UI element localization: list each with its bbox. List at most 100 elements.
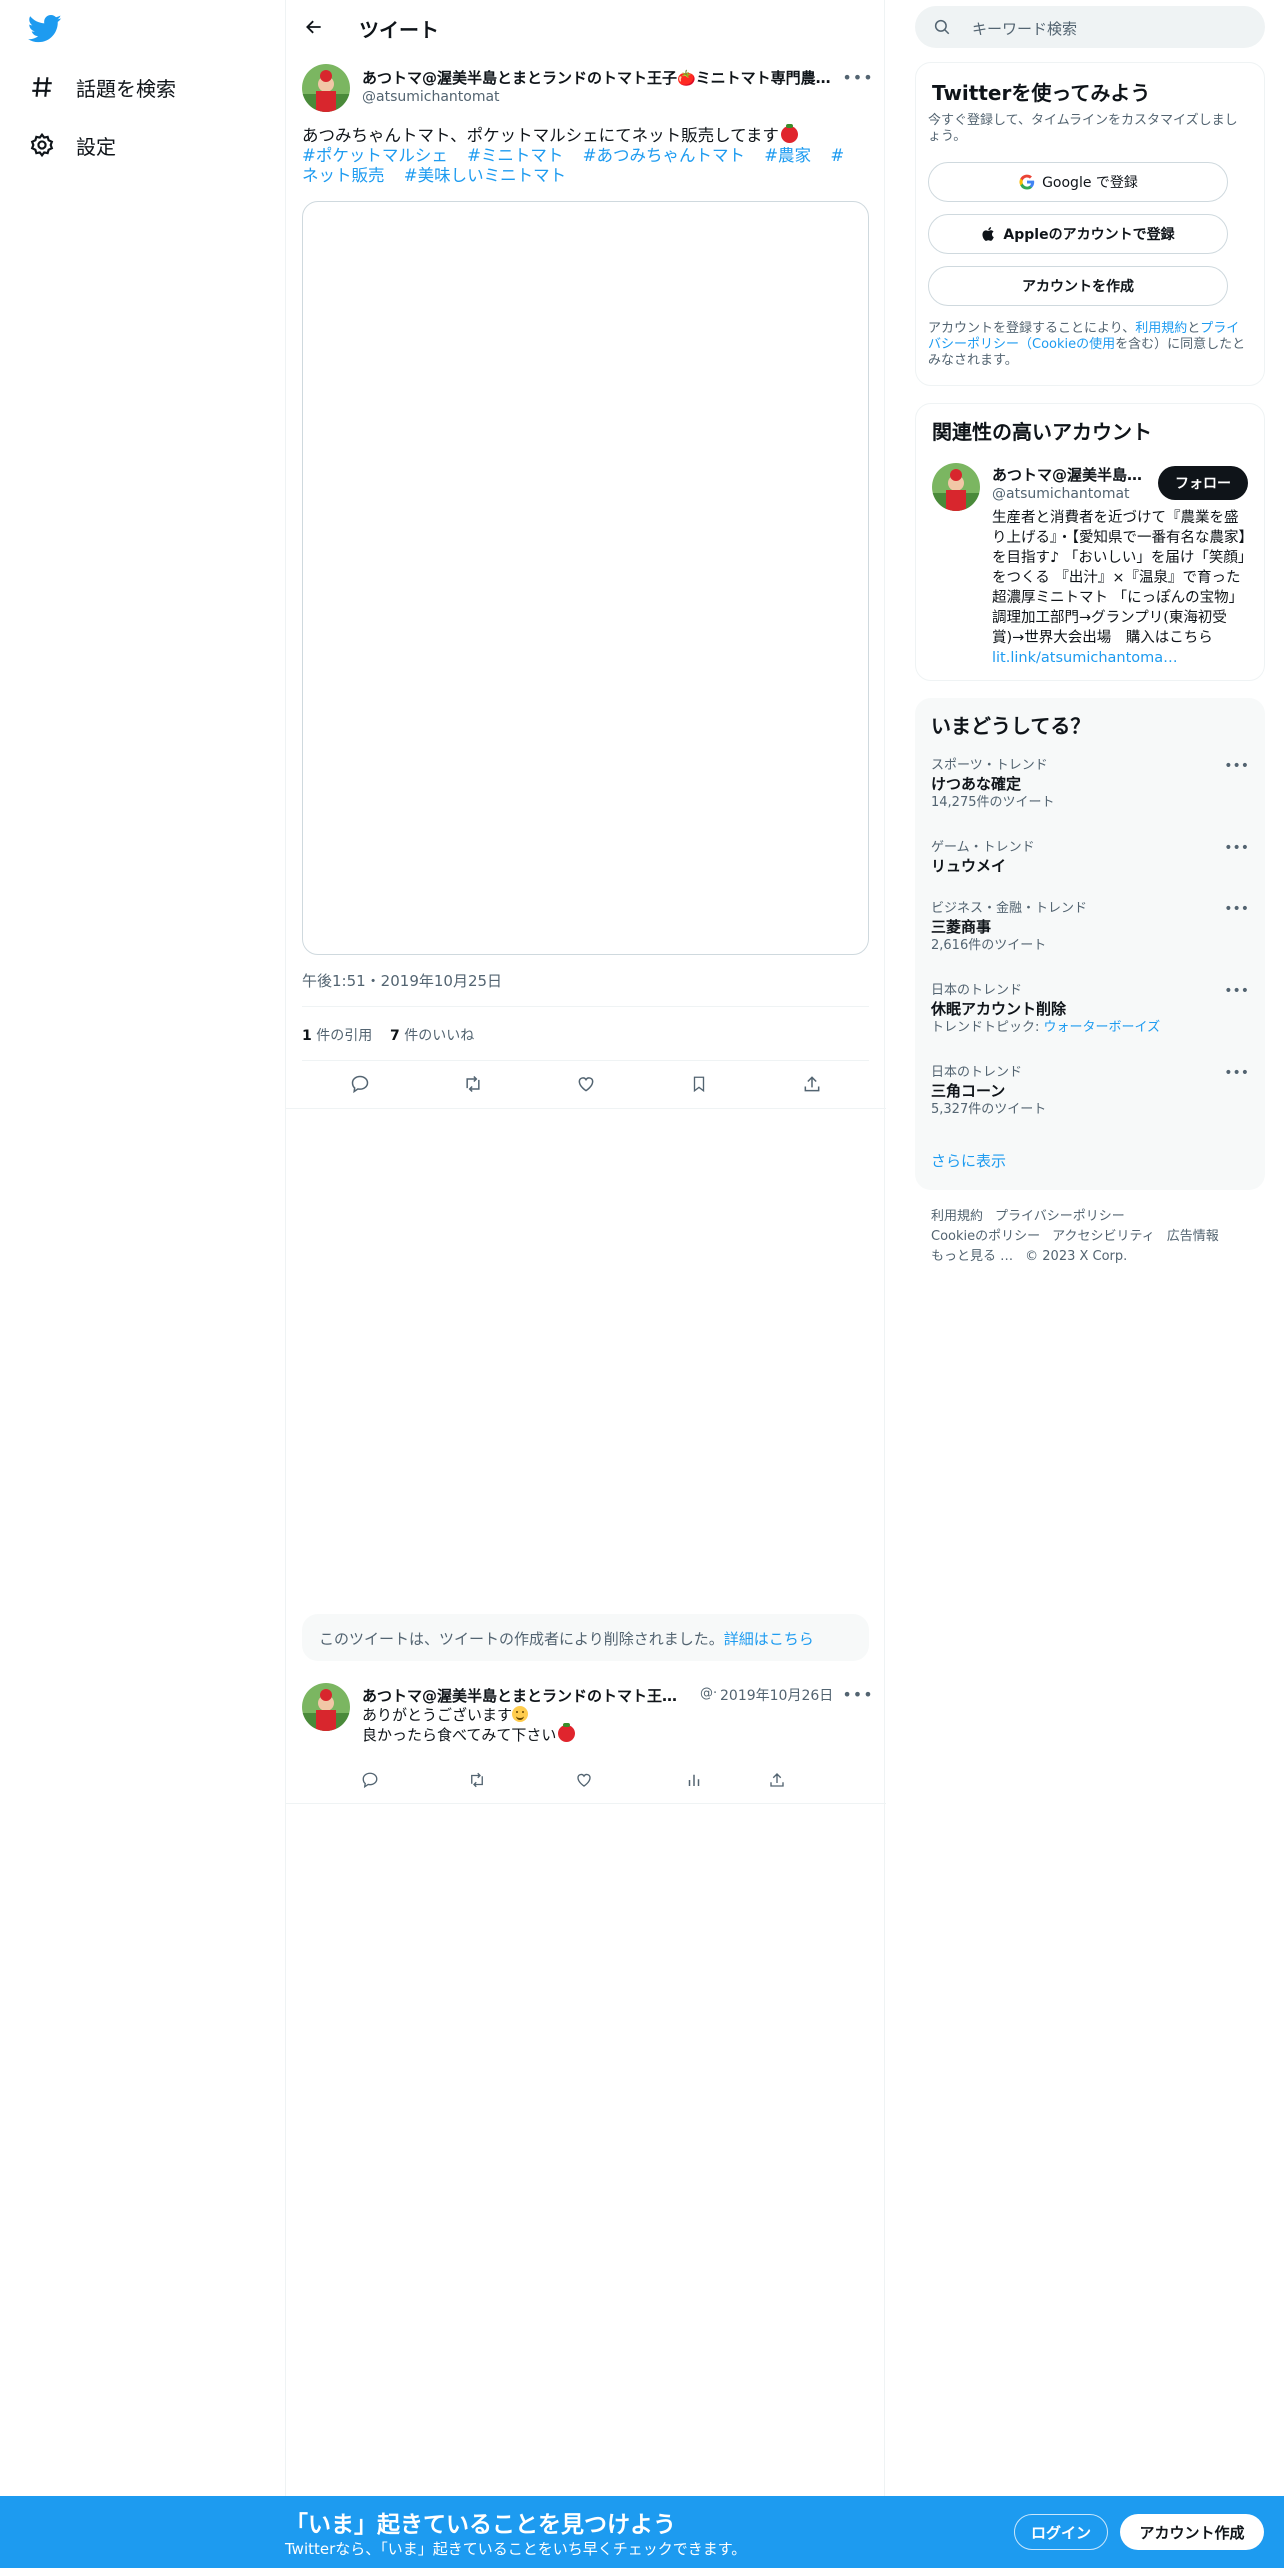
more-options-icon[interactable]: •••	[1224, 983, 1249, 999]
reply-icon[interactable]	[346, 1070, 374, 1098]
show-more-link[interactable]: さらに表示	[931, 1150, 1006, 1171]
nav-explore-label: 話題を検索	[76, 76, 176, 101]
apple-signup-label: Appleのアカウントで登録	[1003, 227, 1175, 243]
follow-button[interactable]: フォロー	[1158, 466, 1248, 500]
nav-explore[interactable]: 話題を検索	[28, 63, 176, 111]
footer-privacy-link[interactable]: プライバシーポリシー	[995, 1209, 1125, 1224]
signup-button[interactable]: アカウント作成	[1120, 2514, 1264, 2550]
more-options-icon[interactable]: •••	[842, 67, 872, 87]
footer-ads-link[interactable]: 広告情報	[1167, 1229, 1219, 1244]
nav-settings-label: 設定	[76, 134, 116, 159]
reply-body: ありがとうございます 良かったら食べてみて下さい	[362, 1705, 576, 1745]
signup-subtitle: 今すぐ登録して、タイムラインをカスタマイズしましょう。	[928, 113, 1238, 144]
google-icon	[1018, 173, 1036, 191]
right-sidebar: キーワード検索 Twitterを使ってみよう 今すぐ登録して、タイムラインをカス…	[915, 0, 1265, 1300]
google-signup-label: Google で登録	[1042, 175, 1138, 191]
related-name[interactable]: あつトマ@渥美半島…	[992, 464, 1152, 485]
footer-more-link[interactable]: もっと見る …	[931, 1249, 1013, 1264]
hashtag-icon	[28, 73, 56, 101]
trend-topic-link[interactable]: ウォーターボーイズ	[1044, 1020, 1161, 1035]
hashtag-link[interactable]: #美味しいミニトマト	[404, 166, 566, 185]
footer-cookie-link[interactable]: Cookieのポリシー	[931, 1229, 1040, 1244]
trend-item[interactable]: ゲーム・トレンド リュウメイ •••	[931, 840, 1249, 876]
apple-signup-button[interactable]: Appleのアカウントで登録	[928, 214, 1228, 254]
trend-item[interactable]: スポーツ・トレンド けつあな確定 14,275件のツイート •••	[931, 758, 1249, 812]
hashtag-link[interactable]: #農家	[764, 146, 811, 165]
more-options-icon[interactable]: •••	[842, 1684, 872, 1704]
google-signup-button[interactable]: Google で登録	[928, 162, 1228, 202]
tweet-media[interactable]	[302, 201, 869, 955]
tweet-timestamp[interactable]: 午後1:51・2019年10月25日	[302, 970, 502, 991]
hashtag-link[interactable]: #あつみちゃんトマト	[583, 146, 745, 165]
gear-icon	[28, 131, 56, 159]
trend-item[interactable]: 日本のトレンド 休眠アカウント削除 トレンドトピック: ウォーターボーイズ ••…	[931, 983, 1249, 1037]
divider	[286, 1803, 886, 1804]
nav-settings[interactable]: 設定	[28, 121, 116, 169]
search-placeholder: キーワード検索	[972, 20, 1078, 38]
hashtag-link[interactable]: #ミニトマト	[467, 146, 563, 165]
share-icon[interactable]	[798, 1070, 826, 1098]
like-stat[interactable]: 7 件のいいね	[390, 1028, 474, 1044]
more-options-icon[interactable]: •••	[1224, 1065, 1249, 1081]
share-icon[interactable]	[763, 1766, 791, 1794]
reply-author-handle[interactable]: @·	[700, 1686, 717, 1701]
reply-line2: 良かったら食べてみて下さい	[362, 1726, 557, 1744]
footer-accessibility-link[interactable]: アクセシビリティ	[1052, 1229, 1155, 1244]
main-header: ツイート	[286, 0, 886, 54]
twitter-logo-icon[interactable]	[28, 14, 62, 44]
hashtag-link[interactable]: #ポケットマルシェ	[302, 146, 448, 165]
footer-terms-link[interactable]: 利用規約	[931, 1209, 983, 1224]
footer-copyright: © 2023 X Corp.	[1025, 1249, 1128, 1264]
related-accounts-card: 関連性の高いアカウント あつトマ@渥美半島… @atsumichantomat …	[915, 403, 1265, 681]
login-button[interactable]: ログイン	[1014, 2514, 1108, 2550]
more-options-icon[interactable]: •••	[1224, 758, 1249, 774]
bookmark-icon[interactable]	[685, 1070, 713, 1098]
smile-emoji-icon	[512, 1706, 529, 1722]
learn-more-link[interactable]: 詳細はこちら	[724, 1630, 814, 1648]
author-avatar[interactable]	[302, 64, 350, 112]
like-icon[interactable]	[572, 1070, 600, 1098]
back-arrow-icon[interactable]	[300, 13, 328, 41]
related-bio: 生産者と消費者を近づけて『農業を盛り上げる』・【愛知県で一番有名な農家】を目指す…	[992, 510, 1246, 666]
tomato-emoji-icon	[558, 1723, 576, 1742]
analytics-icon[interactable]	[680, 1766, 708, 1794]
apple-icon	[981, 225, 997, 243]
like-icon[interactable]	[570, 1766, 598, 1794]
create-account-label: アカウントを作成	[1022, 279, 1134, 295]
trend-item[interactable]: ビジネス・金融・トレンド 三菱商事 2,616件のツイート •••	[931, 901, 1249, 955]
related-handle[interactable]: @atsumichantomat	[992, 486, 1130, 502]
trend-item[interactable]: 日本のトレンド 三角コーン 5,327件のツイート •••	[931, 1065, 1249, 1119]
bio-link[interactable]: lit.link/atsumichantoma…	[992, 650, 1178, 666]
signup-legal-text: アカウントを登録することにより、利用規約とプライバシーポリシー（Cookieの使…	[928, 321, 1246, 368]
search-icon	[933, 18, 951, 36]
terms-link[interactable]: 利用規約	[1135, 321, 1187, 336]
cookie-link[interactable]: （Cookieの使用	[1019, 337, 1115, 352]
trends-title: いまどうしてる？	[931, 714, 1091, 738]
reply-author-name[interactable]: あつトマ@渥美半島とまとランドのトマト王子…	[362, 1685, 688, 1706]
bottom-signup-banner: 「いま」起きていることを見つけよう Twitterなら、「いま」起きていることを…	[0, 2496, 1284, 2568]
tomato-emoji-icon	[780, 124, 798, 143]
deleted-notice-text: このツイートは、ツイートの作成者により削除されました。	[319, 1630, 724, 1648]
more-options-icon[interactable]: •••	[1224, 901, 1249, 917]
search-input[interactable]: キーワード検索	[915, 6, 1265, 48]
footer-links: 利用規約 プライバシーポリシー Cookieのポリシー アクセシビリティ 広告情報 も…	[931, 1207, 1261, 1267]
author-handle[interactable]: @atsumichantomat	[362, 89, 500, 105]
retweet-icon[interactable]	[463, 1766, 491, 1794]
reply-line1: ありがとうございます	[362, 1706, 513, 1724]
tweet-body: あつみちゃんトマト、ポケットマルシェにてネット販売してます #ポケットマルシェ …	[302, 124, 858, 186]
quote-stat[interactable]: 1 件の引用	[302, 1028, 372, 1044]
retweet-icon[interactable]	[459, 1070, 487, 1098]
more-options-icon[interactable]: •••	[1224, 840, 1249, 856]
reply-icon[interactable]	[356, 1766, 384, 1794]
trends-card: いまどうしてる？ スポーツ・トレンド けつあな確定 14,275件のツイート •…	[915, 698, 1265, 1190]
reply-date[interactable]: 2019年10月26日	[720, 1685, 833, 1705]
divider	[302, 1060, 869, 1061]
related-title: 関連性の高いアカウント	[932, 420, 1152, 444]
reply-author-avatar[interactable]	[302, 1683, 350, 1731]
related-avatar[interactable]	[932, 463, 980, 511]
author-name[interactable]: あつトマ@渥美半島とまとランドのトマト王子🍅ミニトマト専門農…	[362, 67, 832, 88]
signup-title: Twitterを使ってみよう	[932, 81, 1151, 105]
signup-card: Twitterを使ってみよう 今すぐ登録して、タイムラインをカスタマイズしましょ…	[915, 62, 1265, 386]
banner-subtitle: Twitterなら、「いま」起きていることをいち早くチェックできます。	[285, 2540, 747, 2558]
create-account-button[interactable]: アカウントを作成	[928, 266, 1228, 306]
